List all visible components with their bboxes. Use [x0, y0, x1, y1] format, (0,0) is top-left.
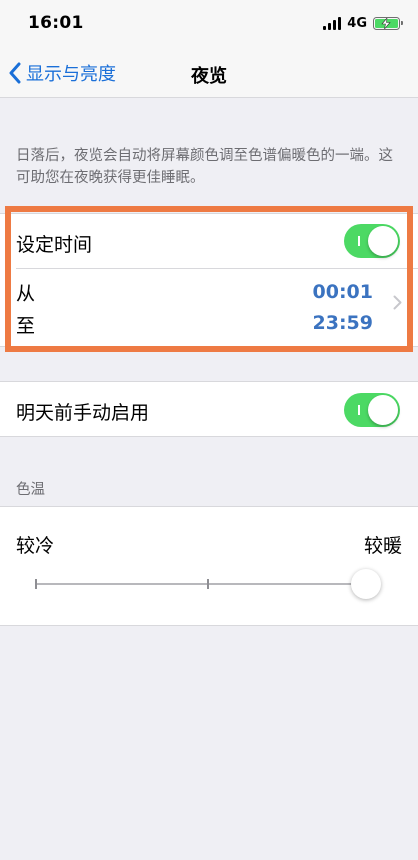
- navigation-bar: 显示与亮度 夜览: [0, 48, 418, 98]
- schedule-group: 设定时间 从 至 00:01 23:59: [0, 213, 418, 347]
- manual-enable-label: 明天前手动启用: [16, 402, 150, 424]
- cellular-signal-icon: [323, 16, 342, 30]
- status-indicators: 4G: [323, 15, 403, 31]
- color-temperature-slider-thumb[interactable]: [351, 569, 381, 599]
- toggle-knob: [368, 226, 398, 256]
- chevron-right-icon: [393, 295, 402, 310]
- cooler-label: 较冷: [16, 535, 55, 557]
- status-time: 16:01: [28, 13, 84, 33]
- warmer-label: 较暖: [363, 535, 402, 557]
- color-temperature-slider-track[interactable]: [36, 583, 366, 585]
- battery-level: [375, 17, 398, 29]
- schedule-time-row[interactable]: 从 至 00:01 23:59: [0, 269, 418, 348]
- slider-tick-mid: [207, 579, 209, 589]
- toggle-on-indicator: [358, 405, 360, 415]
- from-time-value: 00:01: [312, 281, 373, 303]
- page-title: 夜览: [191, 66, 227, 87]
- from-label: 从: [16, 283, 36, 305]
- toggle-on-indicator: [358, 236, 360, 246]
- status-bar: 16:01 4G: [0, 0, 418, 48]
- color-temperature-header: 色温: [16, 482, 45, 498]
- to-time-value: 23:59: [312, 312, 373, 334]
- night-shift-description: 日落后，夜览会自动将屏幕颜色调至色谱偏暖色的一端。这可助您在夜晚获得更佳睡眠。: [16, 148, 393, 186]
- battery-icon: [373, 16, 403, 30]
- to-label: 至: [16, 315, 36, 337]
- toggle-knob: [368, 395, 398, 425]
- color-temperature-group: 较冷 较暖: [0, 506, 418, 626]
- scheduled-label: 设定时间: [16, 234, 93, 256]
- manual-enable-toggle[interactable]: [344, 393, 400, 427]
- network-type: 4G: [347, 15, 367, 31]
- charging-bolt-icon: [381, 17, 391, 29]
- scheduled-toggle[interactable]: [344, 224, 400, 258]
- manual-enable-group: 明天前手动启用: [0, 381, 418, 437]
- slider-tick-min: [35, 579, 37, 589]
